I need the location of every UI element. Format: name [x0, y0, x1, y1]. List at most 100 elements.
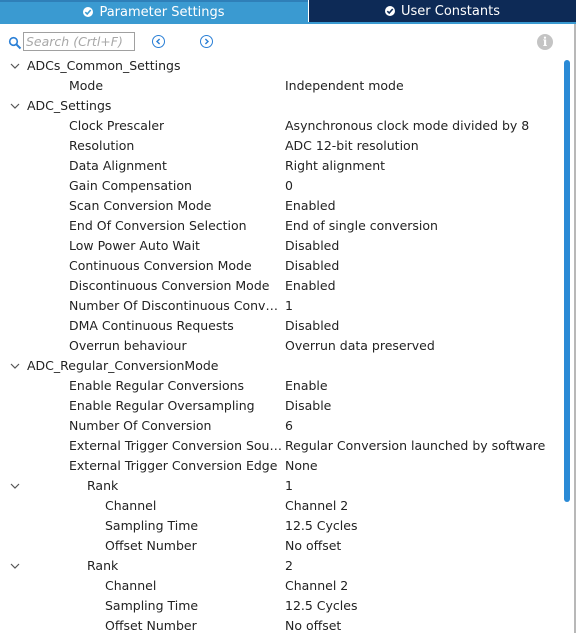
tree-value[interactable]: Enabled — [285, 278, 336, 293]
tab-user-constants[interactable]: User Constants — [308, 0, 576, 22]
tree-param-row[interactable]: External Trigger Conversion Source Regula… — [0, 436, 560, 456]
tree-label: Sampling Time — [105, 598, 199, 613]
tree-param-row[interactable]: Low Power Auto Wait Disabled — [0, 236, 560, 256]
search-input[interactable] — [23, 32, 135, 51]
tree-param-row[interactable]: External Trigger Conversion Edge None — [0, 456, 560, 476]
tree-param-row[interactable]: Channel Channel 2 — [0, 576, 560, 596]
chevron-down-icon[interactable] — [9, 360, 21, 372]
toolbar: i — [0, 30, 576, 54]
tab-parameter-settings[interactable]: Parameter Settings — [0, 0, 308, 22]
tree-group-row[interactable]: Rank 1 — [0, 476, 560, 496]
tree-value[interactable]: 6 — [285, 418, 293, 433]
arrow-left-icon[interactable] — [152, 35, 165, 48]
tree-value[interactable]: 12.5 Cycles — [285, 598, 357, 613]
tree-value[interactable]: 1 — [285, 478, 293, 493]
tree-value[interactable]: 1 — [285, 298, 293, 313]
tree-value[interactable]: Disable — [285, 398, 331, 413]
tree-value[interactable]: End of single conversion — [285, 218, 438, 233]
tree-param-row[interactable]: Number Of Discontinuous Conversions1 — [0, 296, 560, 316]
chevron-down-icon[interactable] — [9, 100, 21, 112]
tab-bar: Parameter Settings User Constants — [0, 0, 576, 24]
tree-value[interactable]: No offset — [285, 618, 341, 633]
chevron-down-icon[interactable] — [9, 560, 21, 572]
tab-underline — [0, 22, 576, 24]
tree-param-row[interactable]: Continuous Conversion Mode Disabled — [0, 256, 560, 276]
tree-label: Offset Number — [105, 538, 197, 553]
tree-param-row[interactable]: Gain Compensation 0 — [0, 176, 560, 196]
tree-label: Resolution — [69, 138, 135, 153]
tree-param-row[interactable]: Mode Independent mode — [0, 76, 560, 96]
tree-value[interactable]: Overrun data preserved — [285, 338, 435, 353]
check-circle-icon — [83, 7, 94, 17]
tree-value[interactable]: Disabled — [285, 258, 339, 273]
tree-label: Overrun behaviour — [69, 338, 187, 353]
chevron-down-icon[interactable] — [9, 480, 21, 492]
tree-label: External Trigger Conversion Edge — [69, 458, 278, 473]
tree-value[interactable]: Disabled — [285, 318, 339, 333]
tree-label: Discontinuous Conversion Mode — [69, 278, 270, 293]
tree-value[interactable]: 0 — [285, 178, 293, 193]
arrow-right-icon[interactable] — [200, 35, 213, 48]
tree-value[interactable]: Right alignment — [285, 158, 385, 173]
tree-value[interactable]: No offset — [285, 538, 341, 553]
tree-param-row[interactable]: Resolution ADC 12-bit resolution — [0, 136, 560, 156]
tree-label: ADC_Settings — [27, 98, 112, 113]
tree-label: Enable Regular Conversions — [69, 378, 245, 393]
tree-value[interactable]: None — [285, 458, 318, 473]
tree-value[interactable]: 12.5 Cycles — [285, 518, 357, 533]
tree-param-row[interactable]: Sampling Time 12.5 Cycles — [0, 516, 560, 536]
tree-label: Scan Conversion Mode — [69, 198, 212, 213]
tree-value[interactable]: Channel 2 — [285, 498, 348, 513]
tree-param-row[interactable]: Sampling Time 12.5 Cycles — [0, 596, 560, 616]
tree-label: Rank — [87, 558, 119, 573]
tree-label: Gain Compensation — [69, 178, 192, 193]
tree-value[interactable]: Asynchronous clock mode divided by 8 — [285, 118, 529, 133]
tree-param-row[interactable]: DMA Continuous Requests Disabled — [0, 316, 560, 336]
tree-param-row[interactable]: Overrun behaviour Overrun data preserved — [0, 336, 560, 356]
tree-param-row[interactable]: Data Alignment Right alignment — [0, 156, 560, 176]
tab-label: Parameter Settings — [99, 4, 225, 20]
tree-value[interactable]: Channel 2 — [285, 578, 348, 593]
tree-label: Rank — [87, 478, 119, 493]
tree-param-row[interactable]: Discontinuous Conversion Mode Enabled — [0, 276, 560, 296]
tree-param-row[interactable]: Number Of Conversion 6 — [0, 416, 560, 436]
chevron-down-icon[interactable] — [9, 60, 21, 72]
tree-group-row[interactable]: ADCs_Common_Settings — [0, 56, 560, 76]
tree-param-row[interactable]: Clock Prescaler Asynchronous clock mode d… — [0, 116, 560, 136]
tree-label: Offset Number — [105, 618, 197, 633]
tree-label: End Of Conversion Selection — [69, 218, 247, 233]
tree-value[interactable]: Enabled — [285, 198, 336, 213]
tree-label: ADC_Regular_ConversionMode — [27, 358, 219, 373]
tree-value[interactable]: Disabled — [285, 238, 339, 253]
tree-label: ADCs_Common_Settings — [27, 58, 181, 73]
tree-label: Channel — [105, 578, 157, 593]
tree-label: Mode — [69, 78, 104, 93]
info-icon[interactable]: i — [537, 34, 553, 50]
search-icon — [8, 35, 22, 50]
tree-param-row[interactable]: Offset Number No offset — [0, 616, 560, 633]
tree-group-row[interactable]: ADC_Regular_ConversionMode — [0, 356, 560, 376]
tree-group-row[interactable]: Rank 2 — [0, 556, 560, 576]
check-circle-icon — [385, 6, 395, 16]
tree-label: Enable Regular Oversampling — [69, 398, 255, 413]
tree-value[interactable]: Regular Conversion launched by software — [285, 438, 545, 453]
tree-value[interactable]: ADC 12-bit resolution — [285, 138, 419, 153]
tree-param-row[interactable]: Offset Number No offset — [0, 536, 560, 556]
tree-value[interactable]: Independent mode — [285, 78, 404, 93]
tree-label: Sampling Time — [105, 518, 199, 533]
tree-param-row[interactable]: End Of Conversion Selection End of single… — [0, 216, 560, 236]
tree-param-row[interactable]: Enable Regular Oversampling Disable — [0, 396, 560, 416]
scrollbar-thumb[interactable] — [564, 60, 570, 502]
tree-param-row[interactable]: Channel Channel 2 — [0, 496, 560, 516]
tree-value[interactable]: Enable — [285, 378, 328, 393]
tree-label: Clock Prescaler — [69, 118, 165, 133]
tree-label: Number Of Conversion — [69, 418, 212, 433]
tree-value[interactable]: 2 — [285, 558, 293, 573]
tree-label: Number Of Discontinuous Conversions — [69, 298, 282, 313]
tree-param-row[interactable]: Scan Conversion Mode Enabled — [0, 196, 560, 216]
tree-group-row[interactable]: ADC_Settings — [0, 96, 560, 116]
tree-param-row[interactable]: Enable Regular Conversions Enable — [0, 376, 560, 396]
tree-label: DMA Continuous Requests — [69, 318, 234, 333]
tab-label: User Constants — [401, 3, 500, 19]
tree-label: External Trigger Conversion Source — [69, 438, 282, 453]
